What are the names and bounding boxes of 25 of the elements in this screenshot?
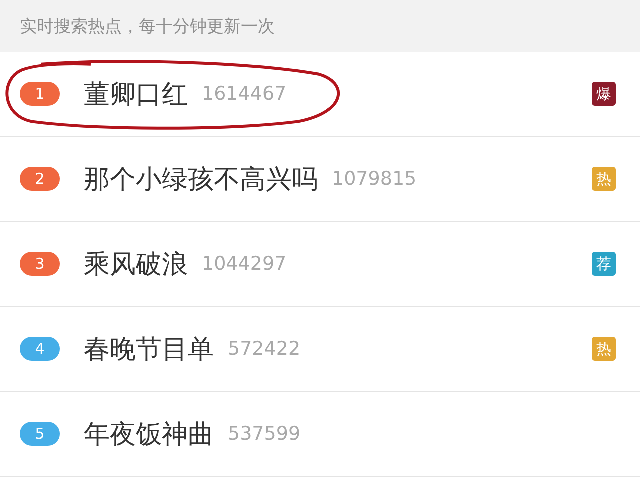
tag-badge: 爆 [592, 82, 616, 106]
item-title: 董卿口红 [84, 78, 188, 112]
hot-search-item[interactable]: 4 春晚节目单 572422 热 [0, 307, 640, 392]
hot-search-item[interactable]: 3 乘风破浪 1044297 荐 [0, 222, 640, 307]
tag-badge: 荐 [592, 252, 616, 276]
rank-badge: 1 [20, 82, 60, 106]
list-caption: 实时搜索热点，每十分钟更新一次 [20, 16, 275, 38]
search-count: 572422 [228, 338, 301, 360]
hot-search-item[interactable]: 5 年夜饭神曲 537599 [0, 392, 640, 477]
rank-badge: 4 [20, 337, 60, 361]
rank-badge: 2 [20, 167, 60, 191]
tag-badge: 热 [592, 337, 616, 361]
search-count: 537599 [228, 423, 301, 445]
item-title: 乘风破浪 [84, 248, 188, 282]
item-title: 春晚节目单 [84, 334, 214, 366]
tag-badge: 热 [592, 167, 616, 191]
hot-search-item[interactable]: 2 那个小绿孩不高兴吗 1079815 热 [0, 137, 640, 222]
rank-badge: 3 [20, 252, 60, 276]
search-count: 1079815 [332, 168, 417, 190]
search-count: 1044297 [202, 253, 287, 275]
item-title: 那个小绿孩不高兴吗 [84, 164, 318, 196]
hot-search-item[interactable]: 1 董卿口红 1614467 爆 [0, 52, 640, 137]
item-title: 年夜饭神曲 [84, 418, 214, 452]
search-count: 1614467 [202, 83, 287, 105]
rank-badge: 5 [20, 422, 60, 446]
